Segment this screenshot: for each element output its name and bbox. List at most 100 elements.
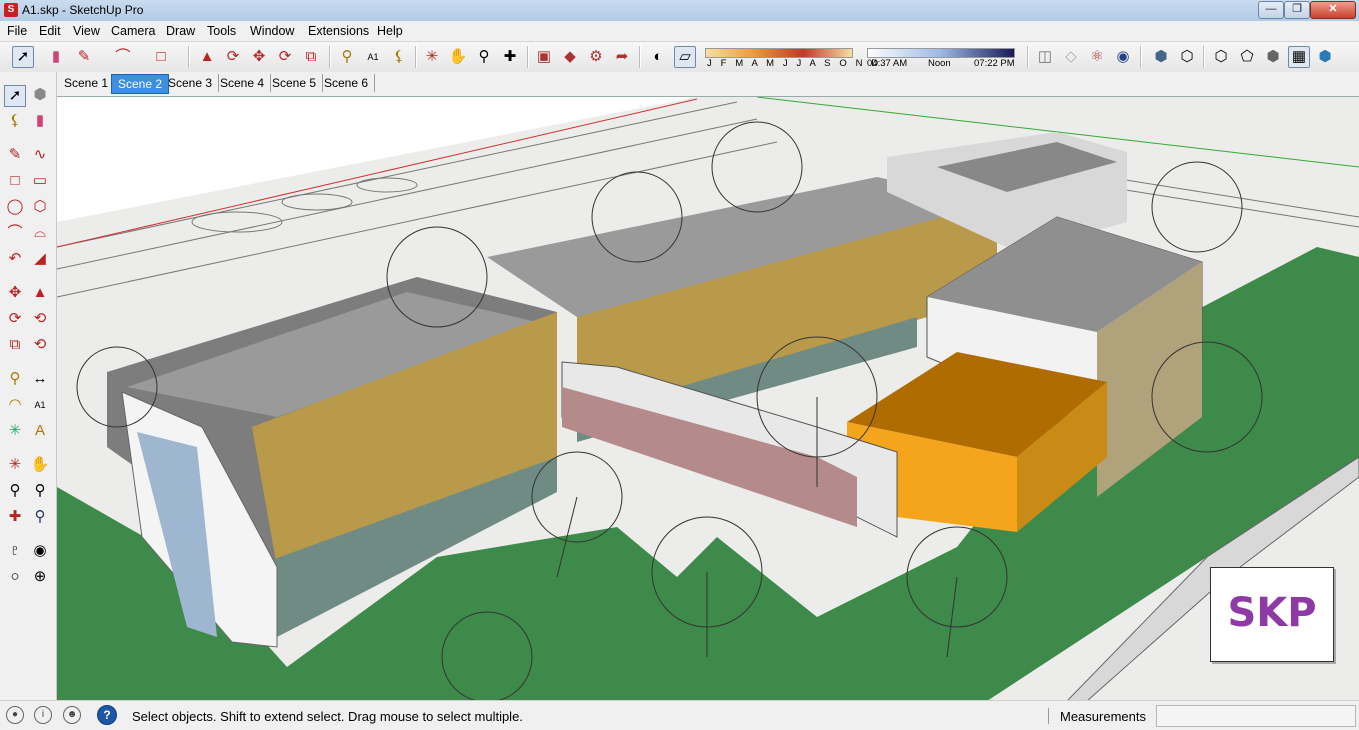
help-icon[interactable]: ? xyxy=(97,705,117,725)
two-point-arc-button[interactable]: ⌓ xyxy=(29,222,51,244)
zoom-tool-button[interactable]: ⚲ xyxy=(4,480,26,502)
move-tool-button[interactable]: ✥ xyxy=(4,282,26,304)
pie-tool-button[interactable]: ◢ xyxy=(29,248,51,270)
hidden-line-button[interactable]: ⬢ xyxy=(1262,46,1284,68)
menu-view[interactable]: View xyxy=(73,24,100,38)
section-display-button[interactable]: ◇ xyxy=(1060,46,1082,68)
iso-view-button[interactable]: ⬢ xyxy=(1150,46,1172,68)
select-tool-button[interactable]: ➚ xyxy=(4,85,26,107)
walk-tool-button[interactable]: ○ xyxy=(4,566,26,588)
text-tool-button[interactable]: A1 xyxy=(362,46,384,68)
eraser-tool-button[interactable]: ▮ xyxy=(45,46,67,68)
zoom-extents-tool-button[interactable]: ✚ xyxy=(499,46,521,68)
pan-tool-button[interactable]: ✋ xyxy=(29,454,51,476)
text-tool-button[interactable]: A1 xyxy=(29,394,51,416)
make-component-button[interactable]: ⬢ xyxy=(29,84,51,106)
polygon-tool-button[interactable]: ⬡ xyxy=(29,196,51,218)
geolocation-icon[interactable]: ● xyxy=(6,706,24,724)
move-tool-button[interactable]: ✥ xyxy=(248,46,270,68)
rotate-tool-button[interactable]: ⟳ xyxy=(4,308,26,330)
dimension-tool-button[interactable]: ↔ xyxy=(29,368,51,390)
extensions-button[interactable]: ⚙ xyxy=(585,46,607,68)
line-tool-button[interactable]: ✎ xyxy=(4,144,26,166)
model-viewport[interactable]: SKP xyxy=(57,96,1359,701)
tab-scene-6[interactable]: Scene 6 xyxy=(318,74,376,92)
offset-tool-button[interactable]: ⟲ xyxy=(29,334,51,356)
shadow-time-slider[interactable] xyxy=(867,48,1015,58)
menu-tools[interactable]: Tools xyxy=(207,24,236,38)
push-pull-tool-button[interactable]: ▲ xyxy=(196,46,218,68)
components-icon: ◆ xyxy=(564,48,576,65)
3d-text-button[interactable]: A xyxy=(29,420,51,442)
orbit-icon: ✳ xyxy=(8,456,22,473)
tab-scene-1[interactable]: Scene 1 xyxy=(58,74,116,92)
maximize-button[interactable]: ❐ xyxy=(1284,1,1310,19)
shaded-textures-button[interactable]: ⬢ xyxy=(1314,46,1336,68)
rotate-tool-button[interactable]: ⟳ xyxy=(274,46,296,68)
section-plane-button[interactable]: ⊕ xyxy=(29,566,51,588)
follow-me-tool-button[interactable]: ⟲ xyxy=(29,308,51,330)
tab-scene-2[interactable]: Scene 2 xyxy=(111,74,170,94)
menu-extensions[interactable]: Extensions xyxy=(308,24,369,38)
pencil-tool-button[interactable]: ✎ xyxy=(73,46,95,68)
paint-bucket-tool-button[interactable]: ⚸ xyxy=(388,46,410,68)
close-button[interactable]: ✕ xyxy=(1310,1,1356,19)
arc-tool-button[interactable]: ⌒ xyxy=(4,222,26,244)
top-view-button[interactable]: ⬡ xyxy=(1176,46,1198,68)
three-point-arc-button[interactable]: ↶ xyxy=(4,248,26,270)
eraser-button[interactable]: ▮ xyxy=(29,110,51,132)
components-button[interactable]: ◆ xyxy=(559,46,581,68)
menu-file[interactable]: File xyxy=(7,24,27,38)
wireframe-button[interactable]: ⬠ xyxy=(1236,46,1258,68)
arc-tool-button[interactable]: ⌒ xyxy=(112,46,134,68)
section-plane-button[interactable]: ◫ xyxy=(1034,46,1056,68)
paint-bucket-button[interactable]: ⚸ xyxy=(4,110,26,132)
follow-me-tool-button[interactable]: ⟳ xyxy=(222,46,244,68)
shadow-month-slider[interactable] xyxy=(705,48,853,58)
select-tool-button[interactable]: ➚ xyxy=(12,46,34,68)
rectangle-tool-button[interactable]: □ xyxy=(150,46,172,68)
share-icon: ➦ xyxy=(615,48,629,65)
menu-edit[interactable]: Edit xyxy=(39,24,61,38)
orbit-tool-button[interactable]: ✳ xyxy=(4,454,26,476)
menu-camera[interactable]: Camera xyxy=(111,24,155,38)
tab-scene-5[interactable]: Scene 5 xyxy=(266,74,324,92)
menu-draw[interactable]: Draw xyxy=(166,24,195,38)
minimize-button[interactable]: — xyxy=(1258,1,1284,19)
circle-tool-button[interactable]: ◯ xyxy=(4,196,26,218)
protractor-tool-button[interactable]: ◠ xyxy=(4,394,26,416)
xray-button[interactable]: ⬡ xyxy=(1210,46,1232,68)
zoom-window-button[interactable]: ⚲ xyxy=(29,480,51,502)
warehouse-button[interactable]: ▣ xyxy=(533,46,555,68)
push-pull-tool-button[interactable]: ▲ xyxy=(29,282,51,304)
previous-view-button[interactable]: ⚲ xyxy=(29,506,51,528)
axes-button[interactable]: ⚛ xyxy=(1086,46,1108,68)
fog-button[interactable]: ▱ xyxy=(674,46,696,68)
zoom-tool-button[interactable]: ⚲ xyxy=(473,46,495,68)
share-button[interactable]: ➦ xyxy=(611,46,633,68)
menu-window[interactable]: Window xyxy=(250,24,294,38)
user-icon[interactable]: ☻ xyxy=(63,706,81,724)
tape-measure-tool-button[interactable]: ⚲ xyxy=(336,46,358,68)
rectangle-tool-button[interactable]: □ xyxy=(4,170,26,192)
axes-tool-button[interactable]: ✳ xyxy=(4,420,26,442)
shadows-button[interactable]: ◐ xyxy=(647,46,669,68)
menu-help[interactable]: Help xyxy=(377,24,403,38)
3d-model-viewport[interactable] xyxy=(57,97,1359,701)
tab-scene-3[interactable]: Scene 3 xyxy=(162,74,220,92)
scale-tool-button[interactable]: ⧉ xyxy=(4,334,26,356)
position-camera-button[interactable]: ♇ xyxy=(4,540,26,562)
dimensions-button[interactable]: ◉ xyxy=(1112,46,1134,68)
scale-tool-button[interactable]: ⧉ xyxy=(300,46,322,68)
measurements-input[interactable] xyxy=(1156,705,1356,727)
orbit-tool-button[interactable]: ✳ xyxy=(421,46,443,68)
look-around-button[interactable]: ◉ xyxy=(29,540,51,562)
rotated-rectangle-button[interactable]: ▭ xyxy=(29,170,51,192)
pan-tool-button[interactable]: ✋ xyxy=(447,46,469,68)
tape-measure-button[interactable]: ⚲ xyxy=(4,368,26,390)
tab-scene-4[interactable]: Scene 4 xyxy=(214,74,272,92)
credits-icon[interactable]: i xyxy=(34,706,52,724)
shaded-button[interactable]: ▦ xyxy=(1288,46,1310,68)
freehand-tool-button[interactable]: ∿ xyxy=(29,144,51,166)
zoom-extents-button[interactable]: ✚ xyxy=(4,506,26,528)
